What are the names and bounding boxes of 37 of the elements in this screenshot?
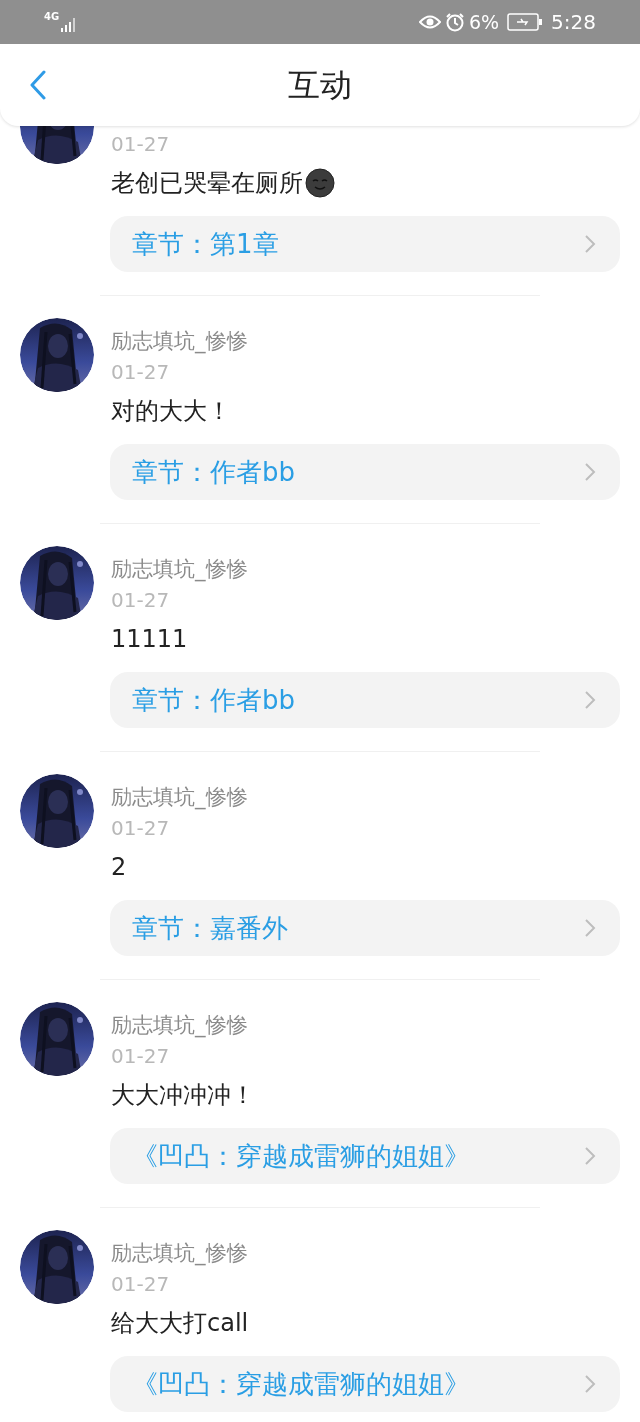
chapter-link[interactable]: 章节：嘉番外	[110, 900, 620, 956]
comment-text: 2	[111, 852, 128, 883]
comment-date: 01-27	[111, 1271, 171, 1297]
user-name: 励志填坑_惨惨	[111, 1012, 249, 1039]
moon-face-icon	[305, 168, 335, 198]
chapter-link[interactable]: 《凹凸：穿越成雷狮的姐姐》	[110, 1128, 620, 1184]
chapter-link[interactable]: 《凹凸：穿越成雷狮的姐姐》	[110, 1356, 620, 1412]
eye-icon	[418, 14, 441, 30]
comment-date: 01-27	[111, 1043, 171, 1069]
comment-date: 01-27	[111, 815, 171, 841]
user-name: 励志填坑_惨惨	[111, 556, 249, 583]
comment-text: 给大大打call	[111, 1308, 250, 1339]
battery-charging-icon	[507, 13, 544, 31]
comment-text: 老创已哭晕在厕所	[111, 167, 620, 199]
chapter-link[interactable]: 章节：第1章	[110, 216, 620, 272]
comment-text: 大大冲冲冲！	[111, 1080, 256, 1111]
comment-text: 11111	[111, 624, 189, 655]
chevron-right-icon	[584, 1374, 596, 1394]
chevron-right-icon	[584, 918, 596, 938]
comment-date: 01-27	[111, 587, 171, 613]
user-name: 励志填坑_惨惨	[111, 328, 249, 355]
chapter-link[interactable]: 章节：作者bb	[110, 672, 620, 728]
chevron-right-icon	[584, 690, 596, 710]
chevron-right-icon	[584, 234, 596, 254]
comment-text: 对的大大！	[111, 396, 232, 427]
clock-time: 5:28	[551, 9, 596, 36]
comment-date: 01-27	[111, 359, 171, 385]
page-title: 互动	[288, 65, 352, 106]
user-name: 励志填坑_惨惨	[111, 1240, 249, 1267]
chapter-link[interactable]: 章节：作者bb	[110, 444, 620, 500]
chevron-right-icon	[584, 1146, 596, 1166]
alarm-icon	[444, 12, 465, 32]
chevron-right-icon	[584, 462, 596, 482]
comment-date: 01-27	[111, 131, 171, 157]
battery-percent: 6%	[468, 9, 500, 35]
user-name: 励志填坑_惨惨	[111, 784, 249, 811]
back-icon	[29, 70, 47, 100]
